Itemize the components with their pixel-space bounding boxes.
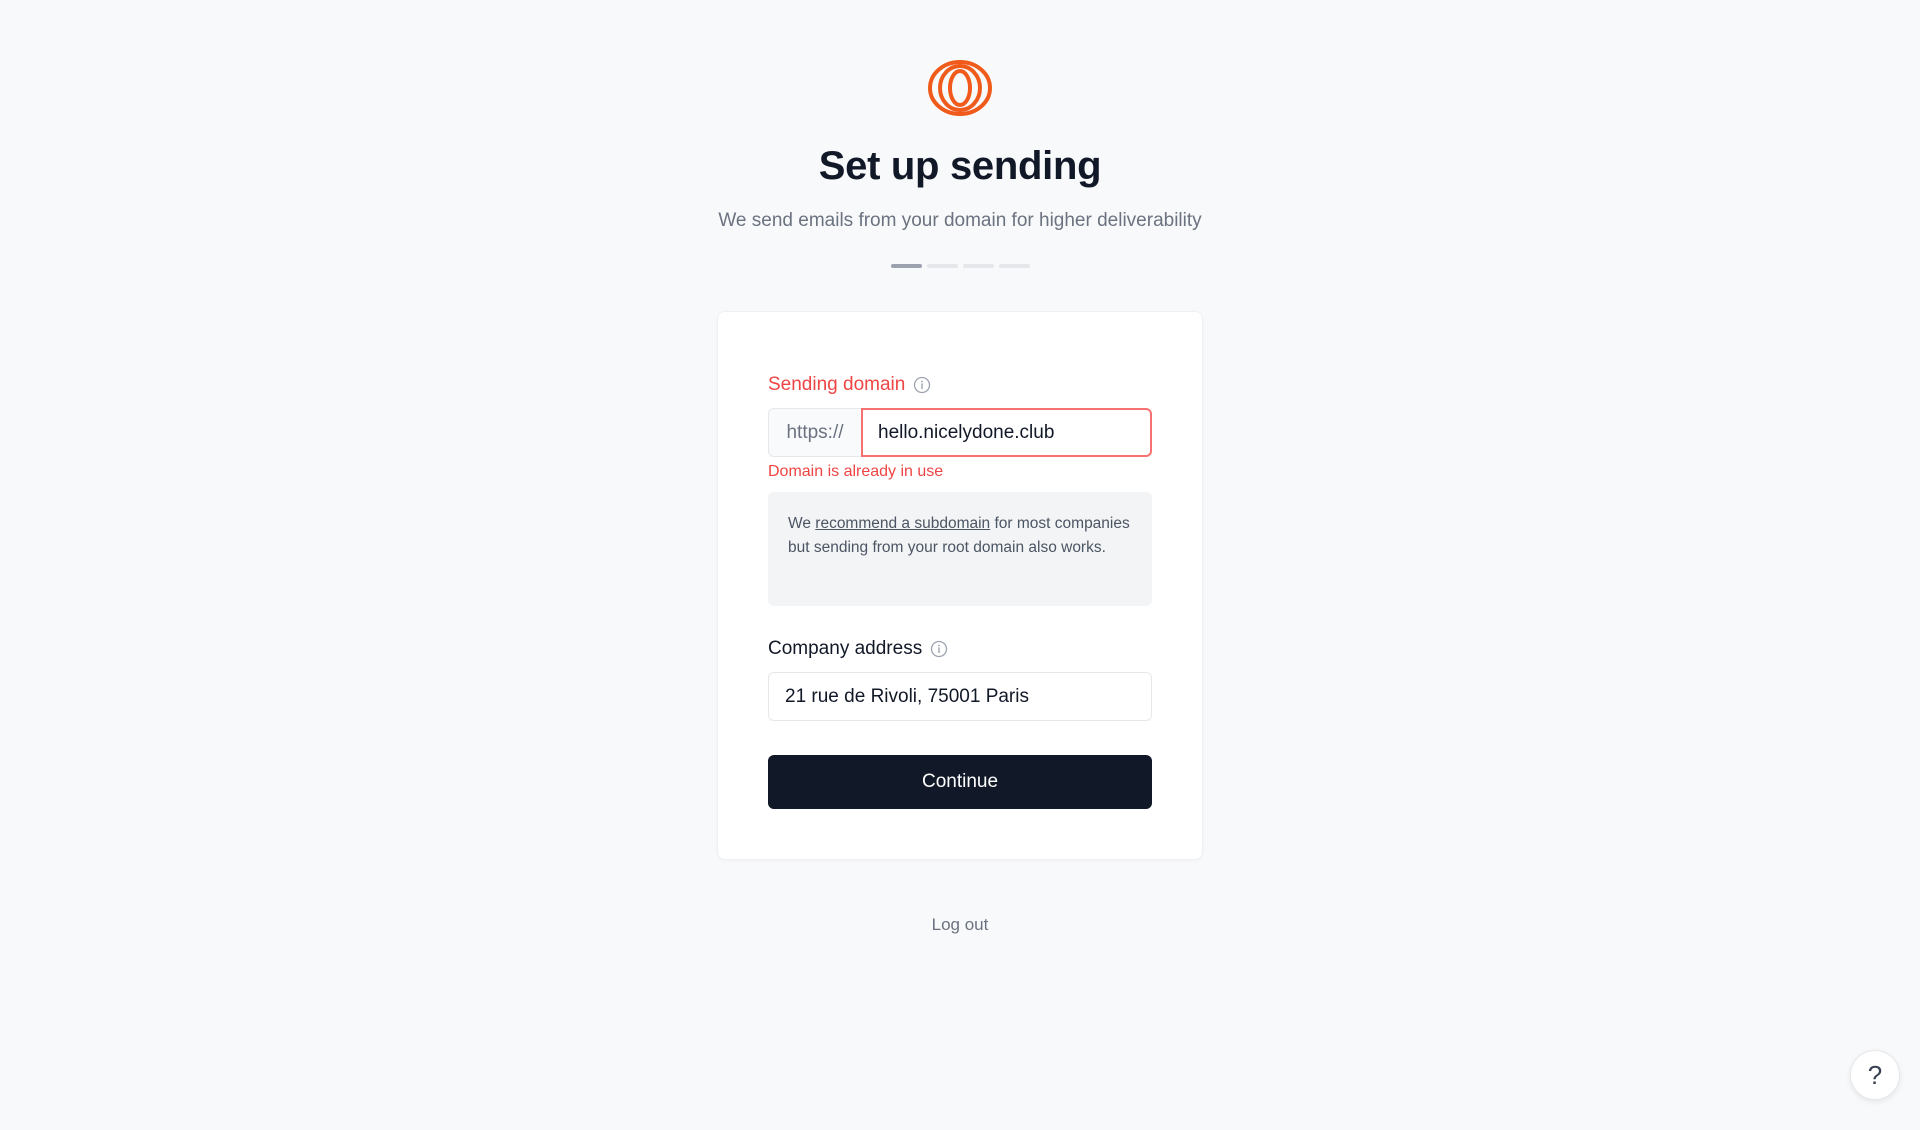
sending-domain-label-text: Sending domain (768, 374, 906, 395)
continue-button[interactable]: Continue (768, 755, 1152, 809)
page-subtitle: We send emails from your domain for high… (718, 210, 1202, 231)
progress-step-3 (963, 264, 994, 268)
sending-domain-field: https:// (768, 408, 1152, 457)
recommend-subdomain-link[interactable]: recommend a subdomain (815, 515, 990, 532)
help-button[interactable]: ? (1850, 1050, 1900, 1100)
info-icon[interactable] (930, 640, 948, 658)
help-icon: ? (1867, 1059, 1883, 1090)
company-address-input[interactable] (768, 672, 1152, 721)
company-address-label: Company address (768, 638, 948, 660)
setup-page: Set up sending We send emails from your … (0, 0, 1920, 1130)
sending-domain-input[interactable] (861, 408, 1152, 457)
progress-step-1 (891, 264, 922, 268)
company-address-label-text: Company address (768, 638, 923, 659)
subdomain-hint: We recommend a subdomain for most compan… (768, 492, 1152, 606)
progress-steps (891, 264, 1030, 268)
logo-icon (928, 60, 992, 116)
domain-prefix: https:// (768, 408, 861, 457)
sending-domain-label: Sending domain (768, 374, 931, 396)
domain-error-message: Domain is already in use (768, 463, 944, 480)
logout-link[interactable]: Log out (932, 915, 989, 934)
progress-step-2 (927, 264, 958, 268)
logout-area: Log out (0, 915, 1920, 935)
setup-card: Sending domain https:// Domain is alread… (717, 311, 1203, 860)
page-title: Set up sending (818, 144, 1102, 188)
progress-step-4 (999, 264, 1030, 268)
info-icon[interactable] (913, 376, 931, 394)
hint-text-before: We (788, 515, 816, 532)
